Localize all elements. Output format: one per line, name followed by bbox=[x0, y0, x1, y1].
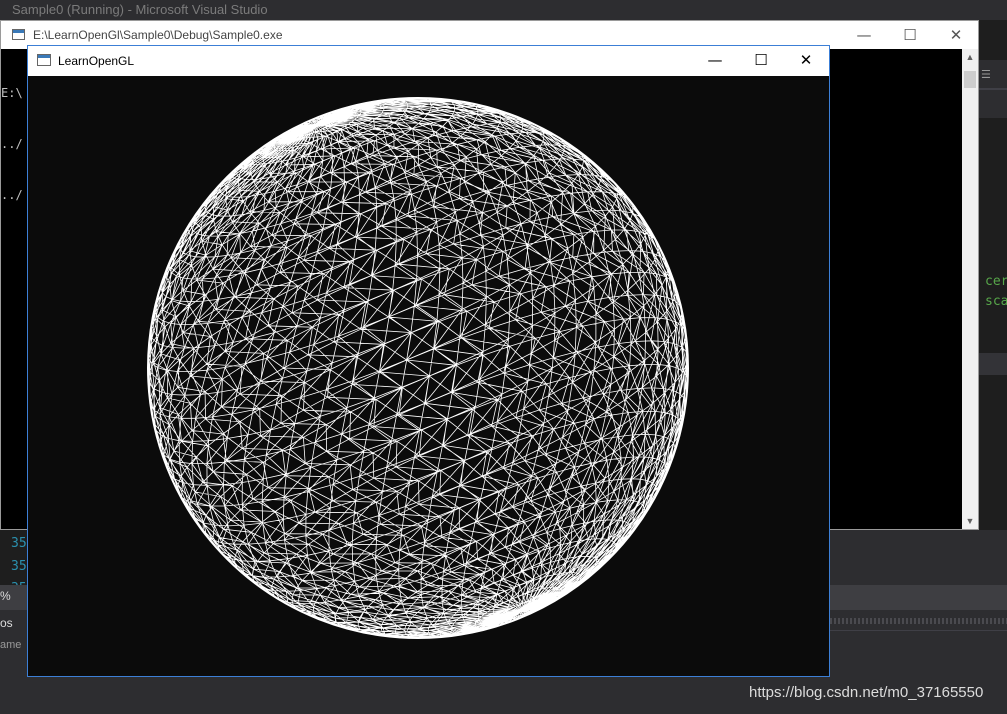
watermark-url: https://blog.csdn.net/m0_37165550 bbox=[749, 684, 984, 701]
scroll-up-icon[interactable]: ▲ bbox=[962, 49, 978, 65]
line-number: 35 bbox=[11, 558, 27, 574]
vs-editor-edge: ☰ cer sca bbox=[978, 20, 1007, 580]
vs-window-title: Sample0 (Running) - Microsoft Visual Stu… bbox=[0, 0, 1007, 20]
minimize-button[interactable]: — bbox=[692, 46, 738, 75]
divider bbox=[830, 630, 1007, 631]
scroll-thumb[interactable] bbox=[964, 71, 976, 88]
maximize-button[interactable]: ☐ bbox=[887, 21, 933, 49]
console-line: E:\ bbox=[1, 86, 23, 100]
code-line: cer bbox=[985, 274, 1007, 289]
panel-label: os bbox=[0, 616, 13, 630]
console-title: E:\LearnOpenGl\Sample0\Debug\Sample0.exe bbox=[33, 28, 283, 42]
zoom-label[interactable]: % bbox=[0, 589, 11, 603]
opengl-title-bar[interactable]: LearnOpenGL — ☐ ✕ bbox=[28, 46, 829, 75]
opengl-app-icon bbox=[37, 54, 51, 66]
opengl-render-canvas[interactable] bbox=[28, 76, 829, 676]
opengl-window[interactable]: LearnOpenGL — ☐ ✕ bbox=[27, 45, 830, 677]
maximize-button[interactable]: ☐ bbox=[738, 46, 784, 75]
code-line: sca bbox=[985, 294, 1007, 309]
console-line: ../ bbox=[1, 188, 23, 202]
panel-column-label: ame bbox=[0, 639, 22, 651]
scroll-down-icon[interactable]: ▼ bbox=[962, 513, 978, 529]
console-line: ../ bbox=[1, 137, 23, 151]
close-button[interactable]: ✕ bbox=[783, 46, 829, 75]
console-app-icon bbox=[12, 29, 25, 40]
divider bbox=[978, 88, 1007, 90]
console-output: E:\ ../ ../ bbox=[1, 51, 30, 238]
sphere-mesh bbox=[147, 97, 689, 639]
editor-separator bbox=[978, 353, 1007, 375]
menu-icon[interactable]: ☰ bbox=[981, 68, 991, 81]
close-button[interactable]: ✕ bbox=[933, 21, 979, 49]
panel-grip[interactable] bbox=[830, 618, 1007, 624]
console-scrollbar[interactable]: ▲ ▼ bbox=[962, 49, 978, 529]
opengl-window-title: LearnOpenGL bbox=[58, 54, 135, 68]
line-number: 35 bbox=[11, 536, 27, 551]
minimize-button[interactable]: — bbox=[841, 21, 887, 49]
wireframe-sphere bbox=[147, 97, 689, 639]
